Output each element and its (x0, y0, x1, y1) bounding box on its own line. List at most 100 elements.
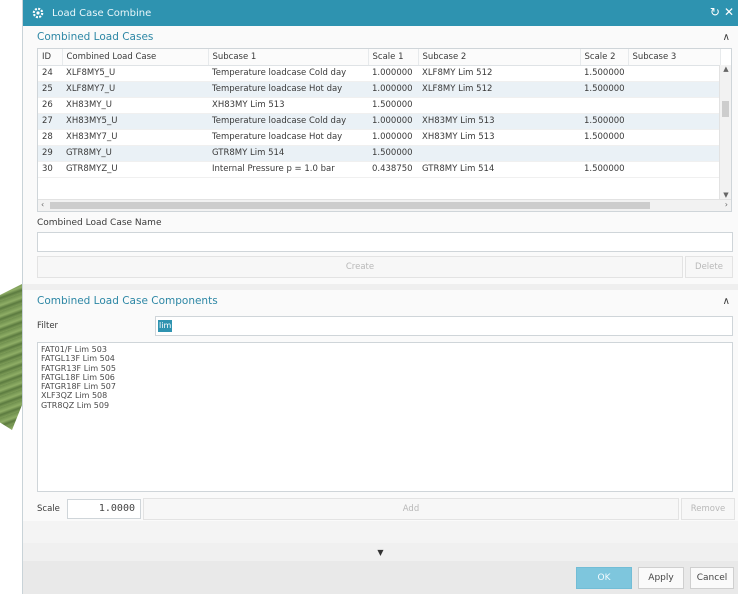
cell-subcase-2 (418, 97, 580, 114)
gear-icon (31, 7, 44, 20)
horizontal-scroll-thumb[interactable] (50, 202, 650, 209)
cell-subcase-1: GTR8MY Lim 514 (208, 145, 368, 162)
cell-subcase-3 (628, 129, 720, 146)
create-button[interactable]: Create (37, 256, 683, 278)
column-header-subcase-2[interactable]: Subcase 2 (418, 49, 581, 66)
delete-button[interactable]: Delete (685, 256, 733, 278)
table-row[interactable]: 24 XLF8MY5_U Temperature loadcase Cold d… (38, 65, 720, 82)
table-row[interactable]: 25 XLF8MY7_U Temperature loadcase Hot da… (38, 81, 720, 98)
table-horizontal-scrollbar[interactable]: ‹ › (38, 199, 731, 211)
cell-subcase-3 (628, 81, 720, 98)
scale-input[interactable]: 1.0000 (67, 499, 141, 519)
cell-subcase-2: XLF8MY Lim 512 (418, 81, 580, 98)
table-vertical-scrollbar[interactable]: ▲ ▼ (719, 65, 731, 199)
cell-subcase-3 (628, 65, 720, 82)
cell-subcase-3 (628, 145, 720, 162)
scroll-right-icon[interactable]: › (725, 200, 728, 209)
cell-subcase-3 (628, 161, 720, 178)
combined-load-cases-header[interactable]: Combined Load Cases ∧ (23, 26, 738, 48)
collapse-caret-icon[interactable]: ∧ (723, 296, 730, 307)
cell-subcase-2: XH83MY Lim 513 (418, 129, 580, 146)
components-header[interactable]: Combined Load Case Components ∧ (23, 290, 738, 312)
cell-name: XH83MY_U (62, 97, 208, 114)
table-row[interactable]: 26 XH83MY_U XH83MY Lim 513 1.500000 (38, 97, 720, 114)
column-header-id[interactable]: ID (38, 49, 63, 66)
cell-id: 27 (38, 113, 62, 130)
cell-subcase-1: XH83MY Lim 513 (208, 97, 368, 114)
cell-scale-1: 1.500000 (368, 97, 418, 114)
cell-subcase-1: Temperature loadcase Hot day (208, 129, 368, 146)
column-header-subcase-1[interactable]: Subcase 1 (208, 49, 369, 66)
combined-load-cases-group: Combined Load Cases ∧ ID Combined Load C… (23, 26, 738, 284)
cell-scale-1: 1.500000 (368, 145, 418, 162)
scale-label: Scale (37, 504, 60, 514)
cell-scale-2 (580, 97, 628, 114)
column-header-combined-load-case[interactable]: Combined Load Case (62, 49, 209, 66)
close-icon[interactable]: ✕ (724, 5, 734, 19)
list-item[interactable]: FAT01/F Lim 503 (41, 345, 729, 354)
cell-id: 24 (38, 65, 62, 82)
filter-input[interactable]: lim (155, 316, 733, 336)
scroll-up-icon[interactable]: ▲ (720, 65, 732, 73)
scroll-left-icon[interactable]: ‹ (41, 200, 44, 209)
list-item[interactable]: GTR8QZ Lim 509 (41, 401, 729, 410)
group-title: Combined Load Case Components (37, 295, 218, 307)
table-row[interactable]: 29 GTR8MY_U GTR8MY Lim 514 1.500000 (38, 145, 720, 162)
combined-load-case-name-input[interactable] (37, 232, 733, 252)
reset-icon[interactable]: ↻ (710, 5, 720, 19)
cell-subcase-2 (418, 145, 580, 162)
dialog-title: Load Case Combine (52, 7, 152, 19)
remove-button[interactable]: Remove (681, 498, 735, 520)
column-header-scale-1[interactable]: Scale 1 (368, 49, 419, 66)
list-item[interactable]: FATGL13F Lim 504 (41, 354, 729, 363)
filter-label: Filter (37, 321, 59, 331)
cell-subcase-3 (628, 97, 720, 114)
table-header-row: ID Combined Load Case Subcase 1 Scale 1 … (38, 49, 721, 66)
cell-name: XLF8MY7_U (62, 81, 208, 98)
combined-load-cases-table: ID Combined Load Case Subcase 1 Scale 1 … (37, 48, 732, 212)
cell-subcase-2: XH83MY Lim 513 (418, 113, 580, 130)
cancel-button[interactable]: Cancel (690, 566, 734, 589)
cell-name: GTR8MY_U (62, 145, 208, 162)
cell-id: 29 (38, 145, 62, 162)
more-options-expander[interactable]: ▼ (23, 543, 738, 561)
list-item[interactable]: FATGR18F Lim 507 (41, 382, 729, 391)
components-list[interactable]: FAT01/F Lim 503 FATGL13F Lim 504 FATGR13… (37, 342, 733, 492)
list-item[interactable]: XLF3QZ Lim 508 (41, 391, 729, 400)
list-item[interactable]: FATGL18F Lim 506 (41, 373, 729, 382)
cell-subcase-3 (628, 113, 720, 130)
cell-subcase-1: Temperature loadcase Hot day (208, 81, 368, 98)
cell-id: 30 (38, 161, 62, 178)
cell-scale-2 (580, 145, 628, 162)
list-item[interactable]: FATGR13F Lim 505 (41, 364, 729, 373)
cell-scale-2: 1.500000 (580, 161, 628, 178)
cell-scale-2: 1.500000 (580, 129, 628, 146)
vertical-scroll-thumb[interactable] (722, 101, 729, 117)
table-row[interactable]: 27 XH83MY5_U Temperature loadcase Cold d… (38, 113, 720, 130)
scroll-down-icon[interactable]: ▼ (720, 191, 732, 199)
expand-arrow-icon[interactable]: ▼ (377, 548, 383, 557)
dialog-footer: OK Apply Cancel (23, 561, 738, 594)
table-row[interactable]: 30 GTR8MYZ_U Internal Pressure p = 1.0 b… (38, 161, 720, 178)
cell-scale-2: 1.500000 (580, 65, 628, 82)
cell-scale-1: 1.000000 (368, 65, 418, 82)
cell-scale-2: 1.500000 (580, 81, 628, 98)
cell-subcase-1: Temperature loadcase Cold day (208, 113, 368, 130)
cell-subcase-2: XLF8MY Lim 512 (418, 65, 580, 82)
cell-scale-1: 1.000000 (368, 113, 418, 130)
ok-button[interactable]: OK (576, 566, 632, 589)
cell-id: 25 (38, 81, 62, 98)
cell-subcase-2: GTR8MY Lim 514 (418, 161, 580, 178)
table-row[interactable]: 28 XH83MY7_U Temperature loadcase Hot da… (38, 129, 720, 146)
cell-subcase-1: Temperature loadcase Cold day (208, 65, 368, 82)
cell-scale-1: 1.000000 (368, 129, 418, 146)
column-header-subcase-3[interactable]: Subcase 3 (628, 49, 721, 66)
load-case-combine-dialog: Load Case Combine ↻ ✕ Combined Load Case… (22, 0, 738, 594)
collapse-caret-icon[interactable]: ∧ (723, 32, 730, 43)
combined-load-case-name-label: Combined Load Case Name (37, 218, 162, 228)
add-button[interactable]: Add (143, 498, 679, 520)
column-header-scale-2[interactable]: Scale 2 (580, 49, 629, 66)
cell-name: XH83MY5_U (62, 113, 208, 130)
cell-name: XH83MY7_U (62, 129, 208, 146)
apply-button[interactable]: Apply (638, 566, 684, 589)
